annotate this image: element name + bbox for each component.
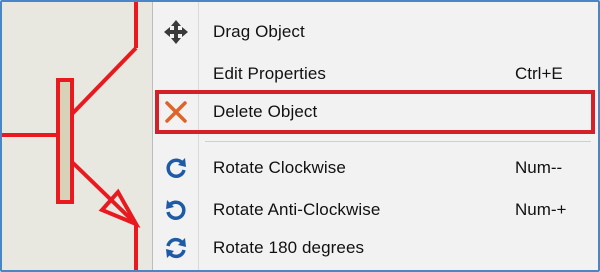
screenshot-frame: Drag Object Edit Properties Ctrl+E Delet…	[0, 0, 600, 272]
menu-separator	[205, 141, 591, 142]
menu-item-label: Rotate Anti-Clockwise	[213, 200, 381, 219]
context-menu: Drag Object Edit Properties Ctrl+E Delet…	[152, 2, 598, 270]
collector-diagonal-wire	[70, 46, 138, 116]
menu-item-shortcut: Num--	[515, 158, 563, 177]
rotate-clockwise-icon	[161, 153, 191, 183]
menu-item-rotate-anticlockwise[interactable]: Rotate Anti-Clockwise Num-+	[153, 192, 598, 228]
rotate-180-icon	[161, 233, 191, 263]
menu-item-label: Edit Properties	[213, 64, 326, 83]
menu-item-rotate-180[interactable]: Rotate 180 degrees	[153, 230, 598, 266]
menu-item-label: Delete Object	[213, 102, 318, 121]
base-bar	[56, 78, 74, 204]
menu-item-label: Rotate Clockwise	[213, 158, 346, 177]
menu-item-shortcut: Num-+	[515, 200, 567, 219]
emitter-diagonal-wire	[70, 160, 138, 226]
schematic-canvas[interactable]	[2, 2, 156, 270]
menu-item-drag-object[interactable]: Drag Object	[153, 14, 598, 50]
menu-item-label: Rotate 180 degrees	[213, 238, 365, 257]
delete-x-icon	[161, 97, 191, 127]
transistor-symbol[interactable]	[2, 2, 156, 270]
menu-item-delete-object[interactable]: Delete Object	[153, 94, 598, 130]
rotate-anticlockwise-icon	[161, 195, 191, 225]
menu-item-edit-properties[interactable]: Edit Properties Ctrl+E	[153, 56, 598, 92]
move-arrows-icon	[161, 17, 191, 47]
menu-item-shortcut: Ctrl+E	[515, 64, 563, 83]
menu-item-rotate-clockwise[interactable]: Rotate Clockwise Num--	[153, 150, 598, 186]
menu-item-label: Drag Object	[213, 22, 305, 41]
